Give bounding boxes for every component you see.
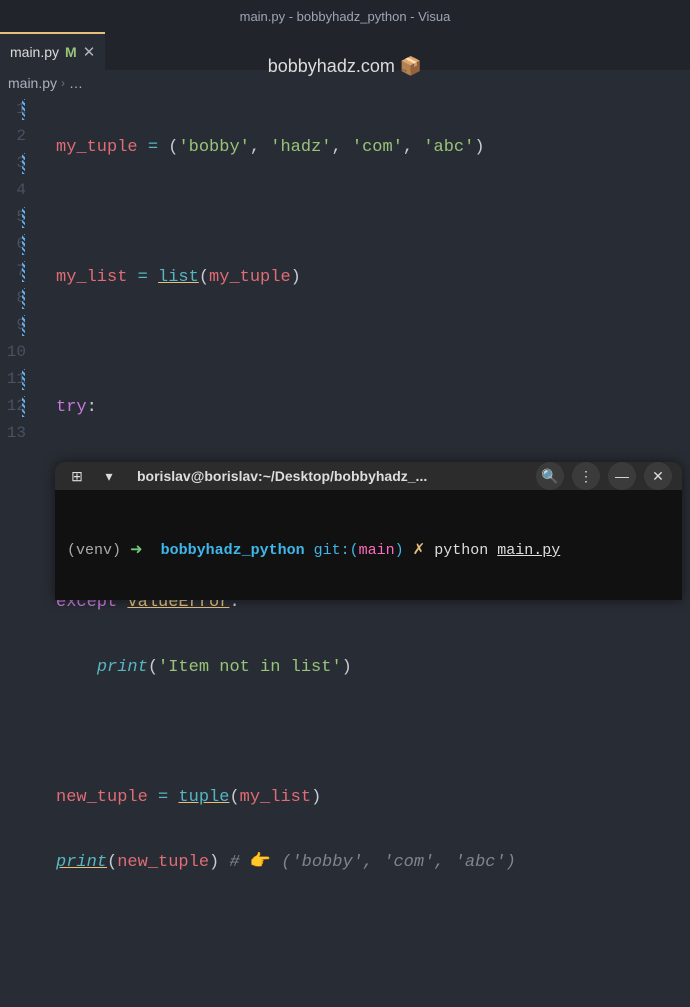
close-icon[interactable]: ✕ [644,462,672,490]
line-number: 1 [0,96,26,123]
terminal-line: (venv) ➜ bobbyhadz_python git:(main) ✗ p… [67,540,670,562]
close-icon[interactable]: ✕ [83,43,96,61]
chevron-right-icon: › [61,76,65,90]
code-line: my_tuple = ('bobby', 'hadz', 'com', 'abc… [56,134,690,161]
window-title: main.py - bobbyhadz_python - Visua [240,9,451,24]
editor-tabs: main.py M ✕ [0,32,690,70]
tab-main-py[interactable]: main.py M ✕ [0,32,105,70]
menu-icon[interactable]: ⋮ [572,462,600,490]
code-line: try: [56,394,690,421]
line-number: 13 [0,420,26,447]
line-number: 10 [0,339,26,366]
dropdown-icon[interactable]: ▾ [97,464,121,488]
line-number: 9 [0,312,26,339]
breadcrumb-more[interactable]: … [69,75,83,91]
breadcrumb-file[interactable]: main.py [8,75,57,91]
code-line [56,719,690,746]
tab-modified-indicator: M [65,44,77,60]
line-number: 6 [0,231,26,258]
code-line: new_tuple = tuple(my_list) [56,784,690,811]
line-number: 3 [0,150,26,177]
window-title-bar: main.py - bobbyhadz_python - Visua [0,0,690,32]
code-line [56,329,690,356]
code-line [56,199,690,226]
line-number: 2 [0,123,26,150]
terminal-header: ⊞ ▾ borislav@borislav:~/Desktop/bobbyhad… [55,462,682,490]
search-icon[interactable]: 🔍 [536,462,564,490]
code-line: print('Item not in list') [56,654,690,681]
line-number: 11 [0,366,26,393]
line-number: 12 [0,393,26,420]
line-number: 8 [0,285,26,312]
code-line: print(new_tuple) # 👉 ('bobby', 'com', 'a… [56,849,690,876]
breadcrumb[interactable]: main.py › … [0,70,690,96]
line-gutter: 1 2 3 4 5 6 7 8 9 10 11 12 13 [0,96,32,596]
code-line: my_list = list(my_tuple) [56,264,690,291]
new-tab-icon[interactable]: ⊞ [65,464,89,488]
line-number: 4 [0,177,26,204]
code-line [56,914,690,941]
line-number: 5 [0,204,26,231]
terminal-window: ⊞ ▾ borislav@borislav:~/Desktop/bobbyhad… [55,462,682,600]
terminal-output[interactable]: (venv) ➜ bobbyhadz_python git:(main) ✗ p… [55,490,682,600]
minimize-icon[interactable]: — [608,462,636,490]
line-number: 7 [0,258,26,285]
tab-filename: main.py [10,44,59,60]
terminal-title: borislav@borislav:~/Desktop/bobbyhadz_..… [129,468,528,484]
